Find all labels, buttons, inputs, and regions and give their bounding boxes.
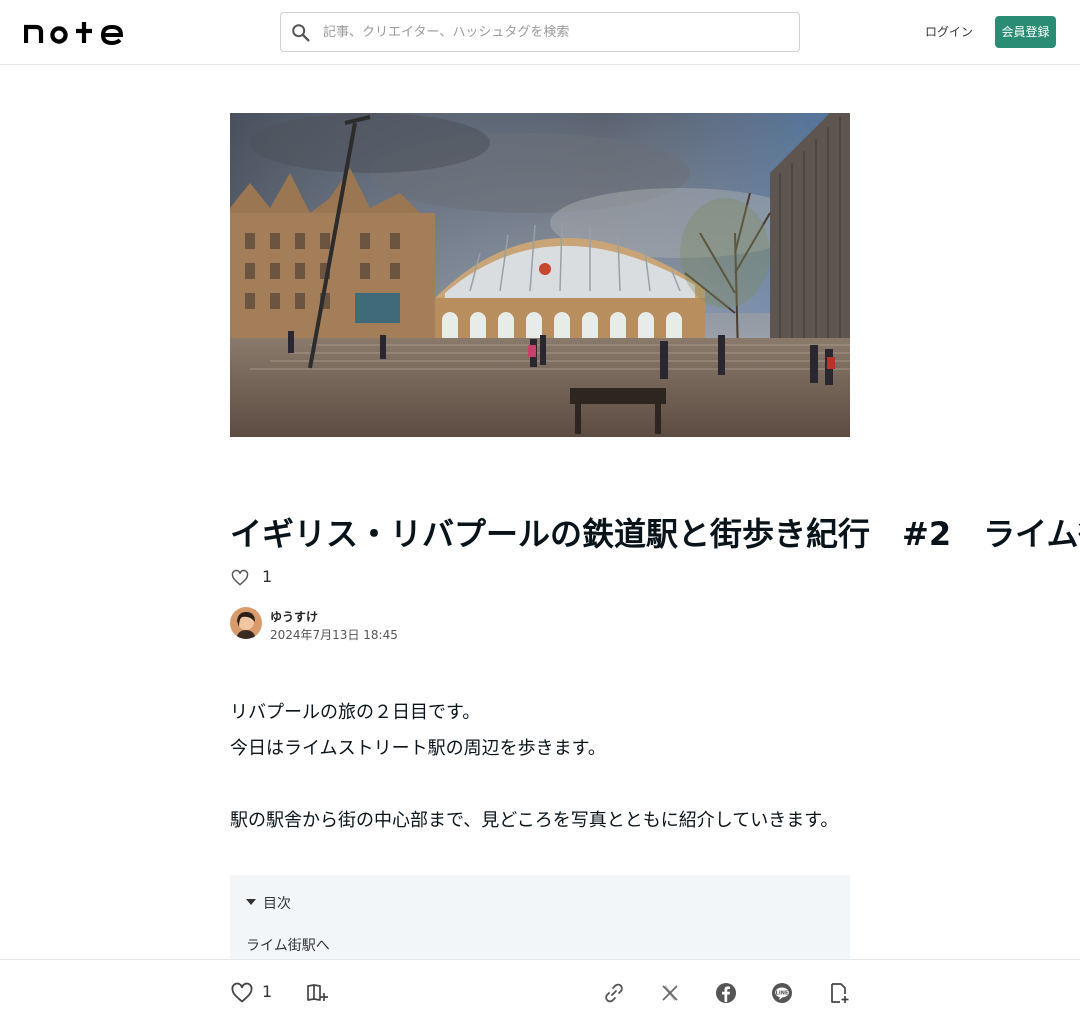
body-paragraph: 駅の駅舎から街の中心部まで、見どころを写真とともに紹介していきます。: [230, 810, 839, 831]
caret-down-icon: [246, 899, 256, 905]
search-input[interactable]: [321, 13, 791, 51]
heart-icon[interactable]: [230, 568, 250, 588]
toc-item[interactable]: ライム街駅へ: [246, 935, 330, 955]
avatar-icon: [230, 607, 262, 639]
facebook-icon[interactable]: [714, 981, 738, 1005]
hero-image: [230, 113, 850, 437]
heart-icon[interactable]: [230, 981, 254, 1005]
signup-button[interactable]: 会員登録: [995, 16, 1056, 48]
body-paragraph: リバプールの旅の２日目です。: [230, 702, 481, 723]
avatar[interactable]: [230, 607, 262, 639]
embed-icon[interactable]: [827, 981, 851, 1005]
publish-date: 2024年7月13日 18:45: [270, 628, 398, 642]
article-title: イギリス・リバプールの鉄道駅と街歩き紀行 #2 ライム街: [230, 515, 1080, 553]
link-icon[interactable]: [602, 981, 626, 1005]
line-icon[interactable]: LINE: [770, 981, 794, 1005]
x-icon[interactable]: [658, 981, 682, 1005]
magazine-add-icon[interactable]: [305, 981, 329, 1005]
station-photo-icon: [230, 113, 850, 437]
like-count: 1: [262, 982, 273, 1001]
login-link[interactable]: ログイン: [922, 18, 976, 46]
note-logo[interactable]: [24, 19, 124, 45]
author-info[interactable]: ゆうすけ 2024年7月13日 18:45: [230, 607, 530, 642]
author-name[interactable]: ゆうすけ: [270, 608, 318, 625]
toc-label: 目次: [263, 896, 291, 912]
search-box[interactable]: [280, 12, 800, 52]
action-bar: 1 LINE: [0, 959, 1080, 1024]
site-header: ログイン 会員登録: [0, 0, 1080, 65]
like-count: 1: [262, 567, 273, 586]
svg-text:LINE: LINE: [776, 990, 789, 996]
search-icon: [292, 24, 310, 42]
body-paragraph: 今日はライムストリート駅の周辺を歩きます。: [230, 738, 606, 759]
